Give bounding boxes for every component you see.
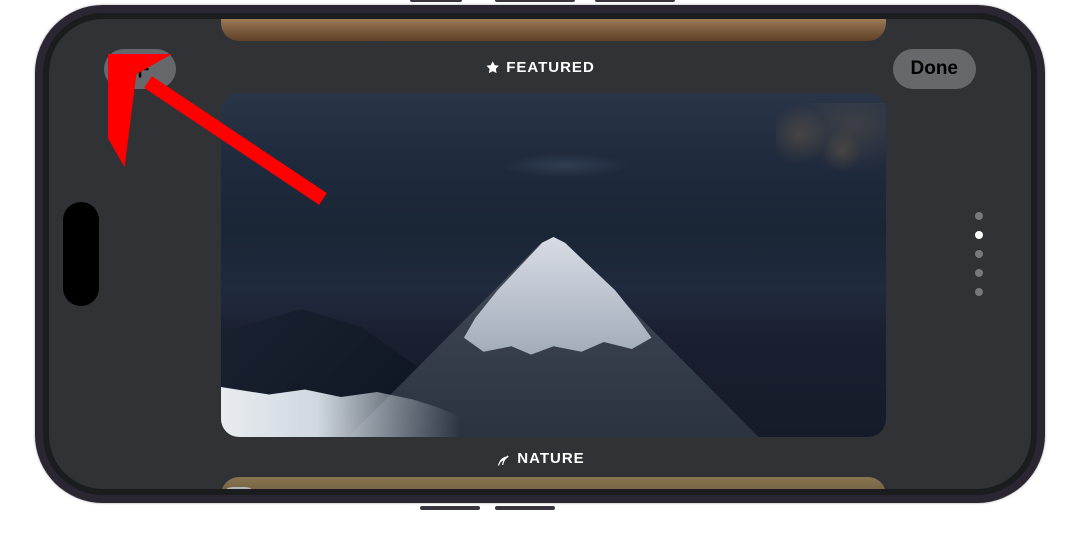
- done-label: Done: [911, 58, 959, 80]
- volume-up-button: [495, 0, 575, 2]
- page-dot-3[interactable]: [975, 269, 983, 277]
- featured-text: FEATURED: [506, 59, 595, 76]
- power-button-2: [495, 506, 555, 510]
- device-inner-bezel: Done FEATURED: [43, 13, 1037, 495]
- iphone-device-frame: Done FEATURED: [35, 5, 1045, 503]
- power-button: [420, 506, 480, 510]
- page-dot-4[interactable]: [975, 288, 983, 296]
- screen: Done FEATURED: [49, 19, 1031, 489]
- page-dot-2[interactable]: [975, 250, 983, 258]
- next-wallpaper-card[interactable]: [221, 477, 886, 489]
- nature-text: NATURE: [517, 450, 584, 467]
- side-button: [410, 0, 462, 2]
- leaf-icon: [495, 451, 511, 467]
- page-dot-0[interactable]: [975, 212, 983, 220]
- add-button[interactable]: [104, 49, 176, 89]
- previous-wallpaper-card[interactable]: [221, 19, 886, 41]
- category-label-featured: FEATURED: [485, 59, 595, 76]
- page-dot-1[interactable]: [975, 231, 983, 239]
- done-button[interactable]: Done: [893, 49, 977, 89]
- plus-icon: [129, 58, 151, 80]
- volume-down-button: [595, 0, 675, 2]
- star-icon: [485, 60, 500, 75]
- page-indicator[interactable]: [975, 212, 983, 296]
- wallpaper-card-nature[interactable]: [221, 93, 886, 437]
- wallpaper-image: [221, 93, 886, 437]
- dynamic-island: [63, 202, 99, 306]
- category-label-nature: NATURE: [495, 450, 584, 467]
